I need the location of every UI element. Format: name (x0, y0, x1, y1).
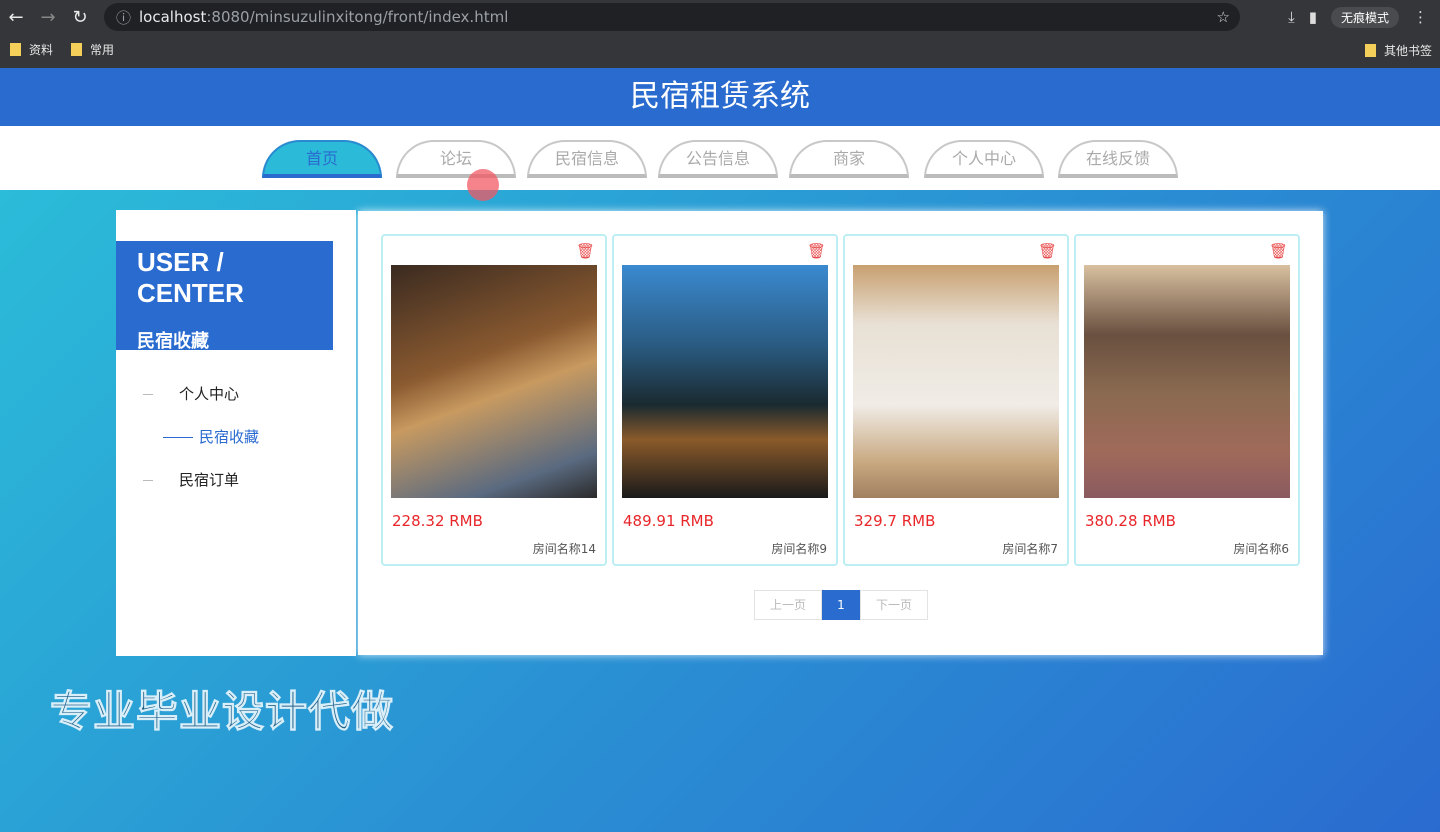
next-page-button[interactable]: 下一页 (860, 590, 928, 620)
sidebar-title: USER / CENTER (137, 247, 244, 308)
sidepanel-icon[interactable]: ▮ (1309, 8, 1317, 26)
card-name: 房间名称6 (1233, 542, 1289, 556)
card-price: 329.7 RMB (854, 512, 936, 530)
sidebar-subtitle: 民宿收藏 (137, 331, 209, 352)
room-image[interactable] (1084, 265, 1290, 498)
info-icon: ⓘ (116, 8, 132, 27)
favorite-card[interactable]: 🗑 489.91 RMB 房间名称9 (612, 234, 838, 566)
incognito-badge[interactable]: 无痕模式 (1330, 6, 1399, 28)
folder-icon (10, 42, 21, 56)
tab-announcements[interactable]: 公告信息 (658, 140, 778, 178)
folder-icon (1364, 44, 1376, 57)
forward-icon[interactable]: → (32, 7, 64, 28)
sidebar: USER / CENTER 民宿收藏 个人中心 民宿收藏 民宿订单 (116, 210, 356, 656)
page-1-button[interactable]: 1 (822, 590, 860, 620)
tab-feedback[interactable]: 在线反馈 (1058, 140, 1178, 178)
tab-personal-center[interactable]: 个人中心 (924, 140, 1044, 178)
reload-icon[interactable]: ↻ (64, 7, 96, 28)
sidebar-item-favorites[interactable]: 民宿收藏 (163, 426, 259, 447)
pagination: 上一页 1 下一页 (754, 590, 928, 620)
menu-icon[interactable]: ⋮ (1413, 8, 1428, 26)
favorite-card[interactable]: 🗑 380.28 RMB 房间名称6 (1074, 234, 1300, 566)
trash-icon[interactable]: 🗑 (807, 242, 826, 260)
room-image[interactable] (622, 265, 828, 498)
other-bookmarks[interactable]: 其他书签 (1364, 42, 1432, 59)
card-name: 房间名称9 (771, 542, 827, 556)
sidebar-item-orders[interactable]: 民宿订单 (143, 469, 239, 490)
site-title: 民宿租赁系统 (0, 68, 1440, 126)
card-price: 228.32 RMB (392, 512, 483, 530)
main-nav: 首页 论坛 民宿信息 公告信息 商家 个人中心 在线反馈 (0, 126, 1440, 190)
card-price: 489.91 RMB (623, 512, 714, 530)
trash-icon[interactable]: 🗑 (1269, 242, 1288, 260)
tab-merchants[interactable]: 商家 (789, 140, 909, 178)
star-icon[interactable]: ☆ (1217, 8, 1230, 26)
sidebar-item-personal-center[interactable]: 个人中心 (143, 383, 239, 404)
card-name: 房间名称7 (1002, 542, 1058, 556)
browser-chrome: ← → ↻ ⓘ localhost:8080/minsuzulinxitong/… (0, 0, 1440, 68)
trash-icon[interactable]: 🗑 (576, 242, 595, 260)
room-image[interactable] (853, 265, 1059, 498)
prev-page-button[interactable]: 上一页 (754, 590, 822, 620)
favorites-panel: 🗑 228.32 RMB 房间名称14 🗑 489.91 RMB 房间名称9 🗑… (358, 211, 1323, 655)
favorite-card[interactable]: 🗑 228.32 RMB 房间名称14 (381, 234, 607, 566)
card-name: 房间名称14 (532, 542, 596, 556)
tab-forum[interactable]: 论坛 (396, 140, 516, 178)
back-icon[interactable]: ← (0, 7, 32, 28)
card-price: 380.28 RMB (1085, 512, 1176, 530)
room-image[interactable] (391, 265, 597, 498)
cursor-highlight (467, 169, 499, 201)
favorite-card[interactable]: 🗑 329.7 RMB 房间名称7 (843, 234, 1069, 566)
address-bar[interactable]: ⓘ localhost:8080/minsuzulinxitong/front/… (104, 3, 1240, 31)
watermark-text: 专业毕业设计代做 (49, 687, 395, 737)
sidebar-header: USER / CENTER 民宿收藏 (116, 241, 333, 352)
download-icon[interactable]: ⤓ (1288, 8, 1295, 26)
tab-home[interactable]: 首页 (262, 140, 382, 178)
bookmark-folder[interactable]: 常用 (71, 41, 114, 58)
trash-icon[interactable]: 🗑 (1038, 242, 1057, 260)
bookmark-folder[interactable]: 资料 (10, 41, 53, 58)
tab-homestay-info[interactable]: 民宿信息 (527, 140, 647, 178)
folder-icon (71, 42, 83, 56)
